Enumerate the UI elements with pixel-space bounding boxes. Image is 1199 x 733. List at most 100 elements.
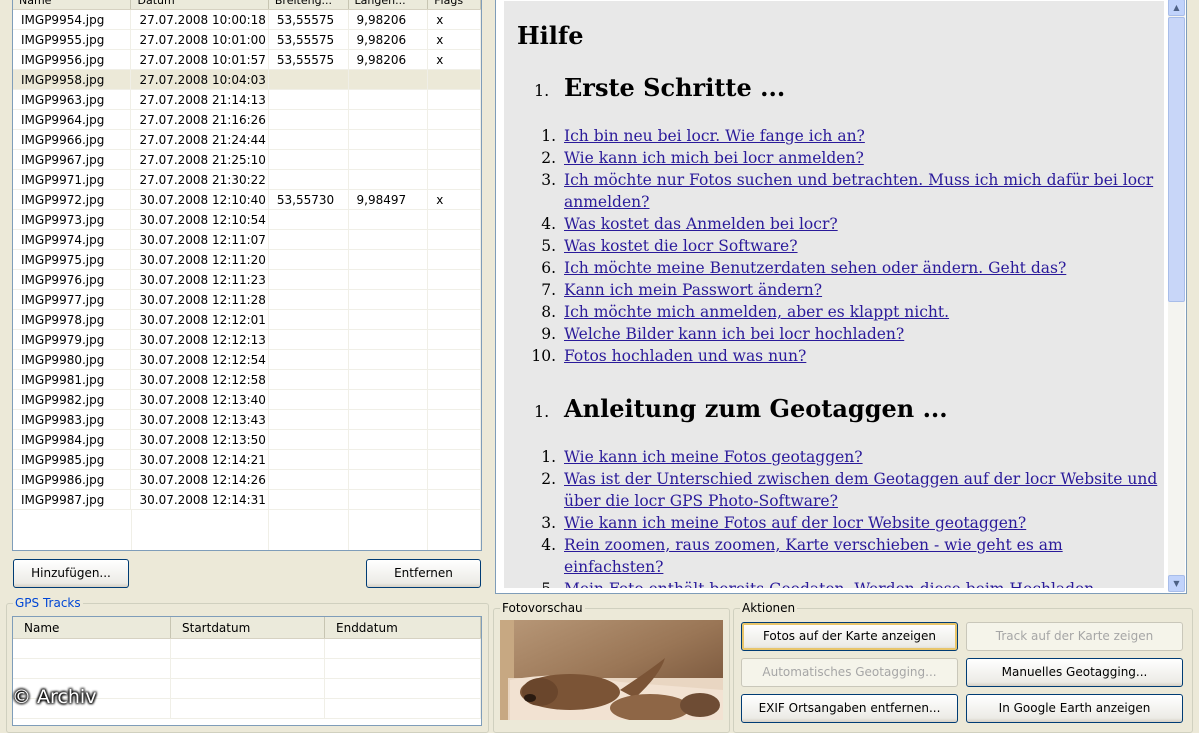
photo-name-cell: IMGP9973.jpg [13, 210, 132, 230]
photo-flags-cell [428, 450, 481, 470]
scroll-thumb[interactable] [1168, 17, 1185, 302]
photo-list-row[interactable]: IMGP9981.jpg 30.07.2008 12:12:58 [13, 370, 481, 390]
photo-flags-cell [428, 130, 481, 150]
photo-flags-cell [428, 410, 481, 430]
photo-list-row[interactable]: IMGP9966.jpg 27.07.2008 21:24:44 [13, 130, 481, 150]
photo-longitude-cell [348, 470, 429, 490]
show-photos-on-map-button[interactable]: Fotos auf der Karte anzeigen [741, 622, 958, 651]
help-question-link[interactable]: Kann ich mein Passwort ändern? [564, 281, 822, 299]
photo-date-cell: 30.07.2008 12:14:31 [131, 490, 269, 510]
column-header-end-date[interactable]: Enddatum [325, 617, 481, 638]
photo-name-cell: IMGP9958.jpg [13, 70, 132, 90]
photo-list-row[interactable]: IMGP9974.jpg 30.07.2008 12:11:07 [13, 230, 481, 250]
help-content: Hilfe 1. Erste Schritte ... 1. Ich bin ne… [504, 1, 1164, 588]
help-scrollbar[interactable]: ▲ ▼ [1168, 0, 1185, 592]
add-button[interactable]: Hinzufügen... [13, 559, 129, 588]
scroll-down-arrow-icon[interactable]: ▼ [1168, 575, 1185, 592]
photo-list-row[interactable]: IMGP9984.jpg 30.07.2008 12:13:50 [13, 430, 481, 450]
help-question-item: 4. Was kostet das Anmelden bei locr? [528, 213, 1158, 235]
photo-list-row[interactable]: IMGP9964.jpg 27.07.2008 21:16:26 [13, 110, 481, 130]
photo-list-row[interactable]: IMGP9986.jpg 30.07.2008 12:14:26 [13, 470, 481, 490]
photo-list-row[interactable]: IMGP9956.jpg 27.07.2008 10:01:57 53,55575 9… [13, 50, 481, 70]
help-question-number: 8. [541, 303, 556, 321]
photo-list-row[interactable]: IMGP9973.jpg 30.07.2008 12:10:54 [13, 210, 481, 230]
photo-list-row[interactable]: IMGP9987.jpg 30.07.2008 12:14:31 [13, 490, 481, 510]
photo-latitude-cell [268, 130, 349, 150]
help-question-link[interactable]: Rein zoomen, raus zoomen, Karte verschie… [564, 536, 1063, 576]
help-question-link[interactable]: Was ist der Unterschied zwischen dem Geo… [564, 470, 1157, 510]
photo-latitude-cell [268, 290, 349, 310]
photo-flags-cell [428, 310, 481, 330]
help-question-link[interactable]: Was kostet die locr Software? [564, 237, 798, 255]
column-header-date[interactable]: Datum [131, 0, 269, 9]
photo-list-row[interactable]: IMGP9963.jpg 27.07.2008 21:14:13 [13, 90, 481, 110]
show-in-google-earth-button[interactable]: In Google Earth anzeigen [966, 694, 1183, 723]
photo-name-cell: IMGP9956.jpg [13, 50, 132, 70]
help-question-link[interactable]: Wie kann ich meine Fotos auf der locr We… [564, 514, 1026, 532]
photo-list-row[interactable]: IMGP9982.jpg 30.07.2008 12:13:40 [13, 390, 481, 410]
photo-flags-cell [428, 170, 481, 190]
gps-tracks-table[interactable]: Name Startdatum Enddatum [12, 616, 482, 726]
help-question-number: 10. [531, 347, 556, 365]
photo-latitude-cell [268, 250, 349, 270]
photo-list-row[interactable]: IMGP9980.jpg 30.07.2008 12:12:54 [13, 350, 481, 370]
photo-flags-cell [428, 90, 481, 110]
photo-latitude-cell [268, 370, 349, 390]
help-question-link[interactable]: Ich möchte nur Fotos suchen und betracht… [564, 171, 1153, 211]
help-question-link[interactable]: Mein Foto enthält bereits Geodaten. Werd… [564, 580, 1094, 588]
photo-list-row[interactable]: IMGP9967.jpg 27.07.2008 21:25:10 [13, 150, 481, 170]
column-header-latitude[interactable]: Breiteng... [269, 0, 349, 9]
photo-list-row[interactable]: IMGP9971.jpg 27.07.2008 21:30:22 [13, 170, 481, 190]
remove-button[interactable]: Entfernen [366, 559, 481, 588]
help-question-link[interactable]: Ich möchte meine Benutzerdaten sehen ode… [564, 259, 1066, 277]
help-question-link[interactable]: Wie kann ich mich bei locr anmelden? [564, 149, 864, 167]
photo-date-cell: 30.07.2008 12:12:13 [131, 330, 269, 350]
photo-list-row[interactable]: IMGP9958.jpg 27.07.2008 10:04:03 [13, 70, 481, 90]
scroll-up-arrow-icon[interactable]: ▲ [1168, 0, 1185, 16]
photo-list-row[interactable]: IMGP9955.jpg 27.07.2008 10:01:00 53,55575 9… [13, 30, 481, 50]
photo-list-row[interactable]: IMGP9978.jpg 30.07.2008 12:12:01 [13, 310, 481, 330]
puppy-photo [500, 620, 723, 720]
photo-longitude-cell [348, 70, 429, 90]
auto-geotagging-button[interactable]: Automatisches Geotagging... [741, 658, 958, 687]
column-header-flags[interactable]: Flags [428, 0, 481, 9]
manual-geotagging-button[interactable]: Manuelles Geotagging... [966, 658, 1183, 687]
help-question-item: 5.Mein Foto enthält bereits Geodaten. We… [528, 578, 1158, 588]
photo-list[interactable]: Name Datum Breiteng... Längen... Flags I… [12, 0, 482, 551]
show-track-on-map-button[interactable]: Track auf der Karte zeigen [966, 622, 1183, 651]
photo-latitude-cell [268, 210, 349, 230]
photo-flags-cell [428, 470, 481, 490]
remove-exif-location-button[interactable]: EXIF Ortsangaben entfernen... [741, 694, 958, 723]
column-header-longitude[interactable]: Längen... [349, 0, 429, 9]
column-header-name[interactable]: Name [13, 0, 132, 9]
photo-list-row[interactable]: IMGP9977.jpg 30.07.2008 12:11:28 [13, 290, 481, 310]
photo-list-row[interactable]: IMGP9976.jpg 30.07.2008 12:11:23 [13, 270, 481, 290]
help-question-link[interactable]: Welche Bilder kann ich bei locr hochlade… [564, 325, 904, 343]
photo-latitude-cell [268, 350, 349, 370]
help-question-number: 1. [541, 127, 556, 145]
photo-flags-cell [428, 330, 481, 350]
help-question-link[interactable]: Ich möchte mich anmelden, aber es klappt… [564, 303, 949, 321]
photo-longitude-cell [348, 130, 429, 150]
help-pane[interactable]: Hilfe 1. Erste Schritte ... 1. Ich bin ne… [495, 0, 1187, 594]
help-question-number: 3. [541, 514, 556, 532]
help-question-link[interactable]: Ich bin neu bei locr. Wie fange ich an? [564, 127, 865, 145]
column-header-start-date[interactable]: Startdatum [171, 617, 325, 638]
help-question-number: 9. [541, 325, 556, 343]
photo-list-row[interactable]: IMGP9983.jpg 30.07.2008 12:13:43 [13, 410, 481, 430]
help-question-link[interactable]: Was kostet das Anmelden bei locr? [564, 215, 838, 233]
photo-list-row[interactable]: IMGP9954.jpg 27.07.2008 10:00:18 53,55575 9… [13, 10, 481, 30]
photo-flags-cell: x [428, 30, 481, 50]
help-question-link[interactable]: Wie kann ich meine Fotos geotaggen? [564, 448, 863, 466]
photo-list-row[interactable]: IMGP9972.jpg 30.07.2008 12:10:40 53,55730 9… [13, 190, 481, 210]
photo-list-row[interactable]: IMGP9975.jpg 30.07.2008 12:11:20 [13, 250, 481, 270]
help-question-item: 6. Ich möchte meine Benutzerdaten sehen o… [528, 257, 1158, 279]
photo-date-cell: 30.07.2008 12:11:28 [131, 290, 269, 310]
photo-list-row[interactable]: IMGP9985.jpg 30.07.2008 12:14:21 [13, 450, 481, 470]
photo-latitude-cell: 53,55575 [268, 10, 349, 30]
photo-flags-cell [428, 250, 481, 270]
help-question-number: 2. [541, 470, 556, 488]
column-header-track-name[interactable]: Name [13, 617, 171, 638]
help-question-link[interactable]: Fotos hochladen und was nun? [564, 347, 806, 365]
photo-list-row[interactable]: IMGP9979.jpg 30.07.2008 12:12:13 [13, 330, 481, 350]
